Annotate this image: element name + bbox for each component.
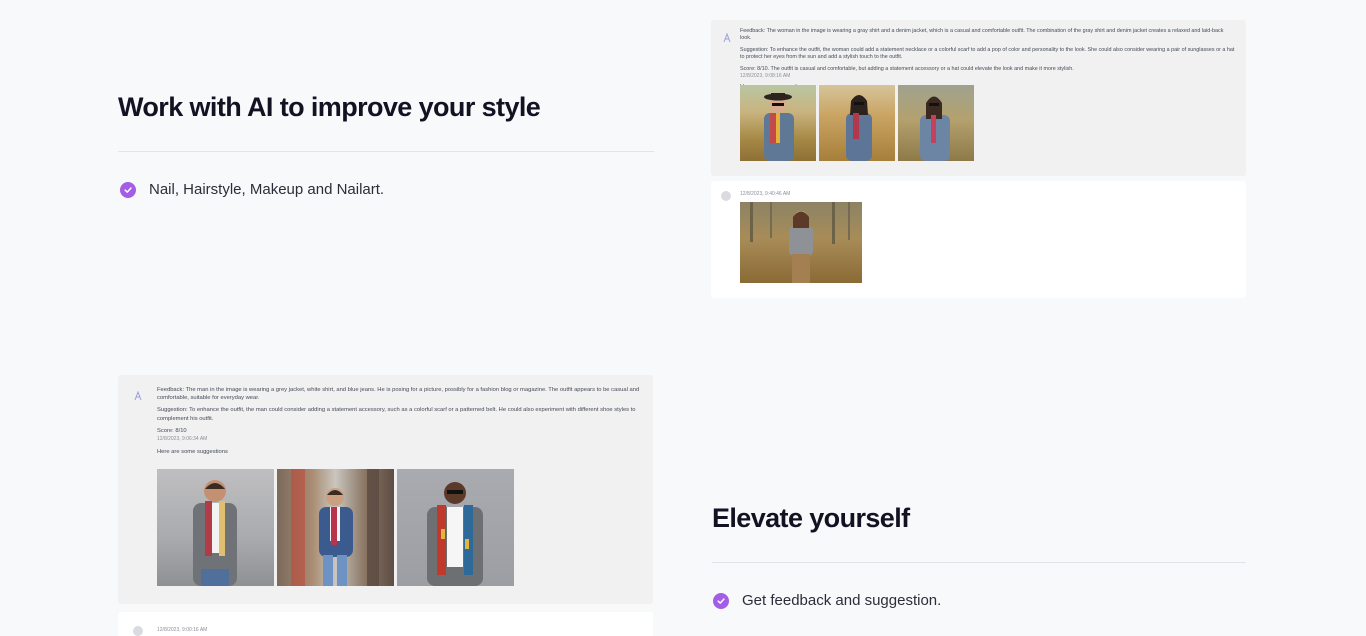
suggestion-images [157,469,514,586]
suggestions-heading: Here are some suggestions [157,449,228,456]
suggestion-image[interactable] [277,469,394,586]
user-message-timestamp: 12/8/2023, 9:00:16 AM [157,627,208,633]
user-message-card-man: 12/8/2023, 9:00:16 AM [118,612,653,636]
section-title-improve-style: Work with AI to improve your style [118,92,541,122]
suggestion-image[interactable] [898,85,974,161]
feedback-text: Feedback: The woman in the image is wear… [740,28,1224,42]
suggestion-text: Suggestion: To enhance the outfit, the w… [740,46,1235,61]
divider [712,562,1246,563]
message-timestamp: 12/8/2023, 9:08:16 AM [740,73,791,80]
section-title-elevate: Elevate yourself [712,503,910,533]
suggestion-image[interactable] [157,469,274,586]
suggestion-images [740,85,974,161]
user-uploaded-photo[interactable] [740,202,862,283]
ai-feedback-card-woman: Feedback: The woman in the image is wear… [711,20,1246,176]
score-text: Score: 8/10 [157,427,187,434]
feature-label: Get feedback and suggestion. [742,592,942,609]
message-timestamp: 12/8/2023, 9:06:34 AM [157,436,208,443]
ai-logo-icon [133,388,143,401]
suggestion-image[interactable] [740,85,816,161]
score-text: Score: 8/10. The outfit is casual and co… [740,65,1074,72]
ai-logo-icon [722,30,732,43]
check-circle-icon [120,181,136,198]
suggestion-image[interactable] [397,469,514,586]
user-message-card-woman: 12/8/2023, 9:40:46 AM [711,181,1246,298]
feature-item-style: Nail, Hairstyle, Makeup and Nailart. [120,181,384,198]
suggestion-image[interactable] [819,85,895,161]
ai-feedback-card-man: Feedback: The man in the image is wearin… [118,375,653,604]
ai-feedback-text: Feedback: The man in the image is wearin… [157,386,643,456]
feature-item-feedback: Get feedback and suggestion. [713,592,941,609]
feedback-text: Feedback: The man in the image is wearin… [157,387,640,402]
ai-feedback-text: Feedback: The woman in the image is wear… [740,28,1236,92]
suggestion-text: Suggestion: To enhance the outfit, the m… [157,407,636,422]
check-circle-icon [713,592,729,609]
feature-label: Nail, Hairstyle, Makeup and Nailart. [149,181,385,198]
divider [118,151,654,152]
user-avatar-icon [721,191,731,201]
user-avatar-icon [133,626,143,636]
user-message-timestamp: 12/8/2023, 9:40:46 AM [740,191,791,197]
